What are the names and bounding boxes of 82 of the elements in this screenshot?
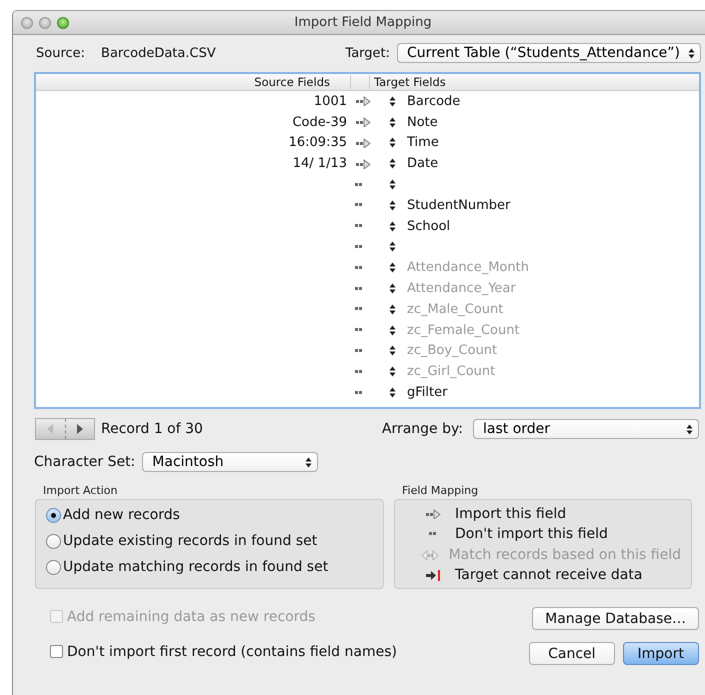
target-field[interactable]: Time bbox=[399, 135, 439, 150]
left-triangle-icon bbox=[46, 424, 54, 434]
source-value: 16:09:35 bbox=[288, 135, 347, 150]
arrange-by-dropdown[interactable]: last order bbox=[473, 419, 699, 439]
dropdown-arrows-icon bbox=[305, 456, 312, 468]
import-arrow-icon bbox=[355, 138, 371, 148]
reorder-handle-icon bbox=[388, 387, 396, 398]
reorder-handle-icon bbox=[388, 345, 396, 356]
import-arrow-icon bbox=[355, 158, 371, 169]
radio-option[interactable]: Update matching records in found set bbox=[46, 556, 373, 578]
checkbox-option[interactable]: Don't import first record (contains field names) bbox=[50, 642, 397, 661]
target-field[interactable]: StudentNumber bbox=[399, 198, 510, 213]
group-title: Field Mapping bbox=[401, 484, 480, 499]
source-value: 1001 bbox=[314, 94, 347, 109]
skip-icon bbox=[355, 286, 363, 291]
radio-option[interactable]: Update existing records in found set bbox=[46, 530, 373, 552]
right-triangle-icon bbox=[76, 424, 84, 434]
column-header[interactable]: Source Fields bbox=[36, 75, 351, 89]
radio-button[interactable] bbox=[46, 508, 61, 522]
skip-icon bbox=[355, 307, 363, 312]
target-label: Target: bbox=[345, 46, 390, 60]
reorder-handle-icon bbox=[388, 200, 396, 211]
skip-icon bbox=[355, 224, 363, 228]
import-arrow-icon bbox=[355, 117, 371, 128]
skip-icon bbox=[355, 390, 363, 395]
arrange-by-label: Arrange by: bbox=[382, 421, 463, 437]
skip-icon bbox=[355, 370, 363, 374]
minimize-button[interactable] bbox=[39, 16, 51, 28]
reorder-handle-icon bbox=[388, 366, 396, 378]
source-file-name: BarcodeData.CSV bbox=[101, 46, 216, 60]
target-field[interactable]: Date bbox=[399, 156, 438, 172]
window-title: Import Field Mapping bbox=[294, 15, 432, 30]
legend-text: Import this field bbox=[455, 506, 566, 522]
close-button[interactable] bbox=[21, 16, 33, 28]
import-arrow-icon bbox=[355, 96, 371, 106]
reorder-handle-icon bbox=[388, 116, 396, 128]
radio-button[interactable] bbox=[46, 560, 61, 574]
legend-text: Match records based on this field bbox=[448, 546, 681, 563]
target-field[interactable]: Barcode bbox=[399, 94, 460, 109]
skip-icon bbox=[355, 203, 363, 208]
import-arrow-icon bbox=[425, 508, 441, 519]
source-label: Source: bbox=[36, 46, 86, 60]
target-field[interactable]: Note bbox=[399, 114, 438, 130]
reorder-handle-icon bbox=[388, 96, 396, 107]
skip-icon bbox=[355, 182, 363, 187]
character-set-label: Character Set: bbox=[34, 454, 136, 470]
radio-button[interactable] bbox=[46, 534, 61, 548]
legend-text: Target cannot receive data bbox=[455, 567, 642, 584]
reorder-handle-icon bbox=[388, 324, 396, 336]
reorder-handle-icon bbox=[388, 220, 396, 232]
reorder-handle-icon bbox=[388, 137, 396, 148]
cancel-button[interactable]: Cancel bbox=[529, 642, 615, 665]
skip-icon bbox=[429, 532, 437, 536]
skip-icon bbox=[355, 266, 363, 270]
column-header[interactable]: Target Fields bbox=[369, 75, 446, 89]
character-set-dropdown[interactable]: Macintosh bbox=[142, 452, 318, 472]
group-title: Import Action bbox=[42, 484, 118, 499]
target-dropdown[interactable]: Current Table (“Students_Attendance”) bbox=[397, 43, 701, 63]
target-field[interactable]: gFilter bbox=[399, 385, 448, 400]
dropdown-arrows-icon bbox=[688, 48, 695, 58]
target-field[interactable]: School bbox=[399, 218, 450, 234]
checkbox[interactable] bbox=[50, 645, 63, 658]
source-value: 14/ 1/13 bbox=[292, 156, 347, 172]
record-counter: Record 1 of 30 bbox=[101, 421, 203, 437]
legend-text: Don't import this field bbox=[455, 526, 608, 542]
reorder-handle-icon bbox=[388, 179, 396, 190]
manage-database-button[interactable]: Manage Database… bbox=[532, 607, 699, 630]
skip-icon bbox=[355, 328, 363, 332]
reorder-handle-icon bbox=[388, 241, 396, 252]
skip-icon bbox=[355, 348, 363, 353]
import-button[interactable]: Import bbox=[622, 642, 699, 665]
source-value: Code-39 bbox=[292, 114, 347, 130]
zoom-button[interactable] bbox=[57, 16, 69, 28]
reorder-handle-icon bbox=[388, 304, 396, 315]
reorder-handle-icon bbox=[388, 262, 396, 274]
skip-icon bbox=[355, 244, 363, 249]
reorder-handle-icon bbox=[388, 283, 396, 294]
radio-option[interactable]: Add new records bbox=[46, 504, 373, 526]
blocked-arrow-icon bbox=[425, 570, 441, 581]
reorder-handle-icon bbox=[388, 158, 396, 170]
match-arrows-icon bbox=[420, 550, 439, 560]
dropdown-arrows-icon bbox=[686, 424, 693, 434]
